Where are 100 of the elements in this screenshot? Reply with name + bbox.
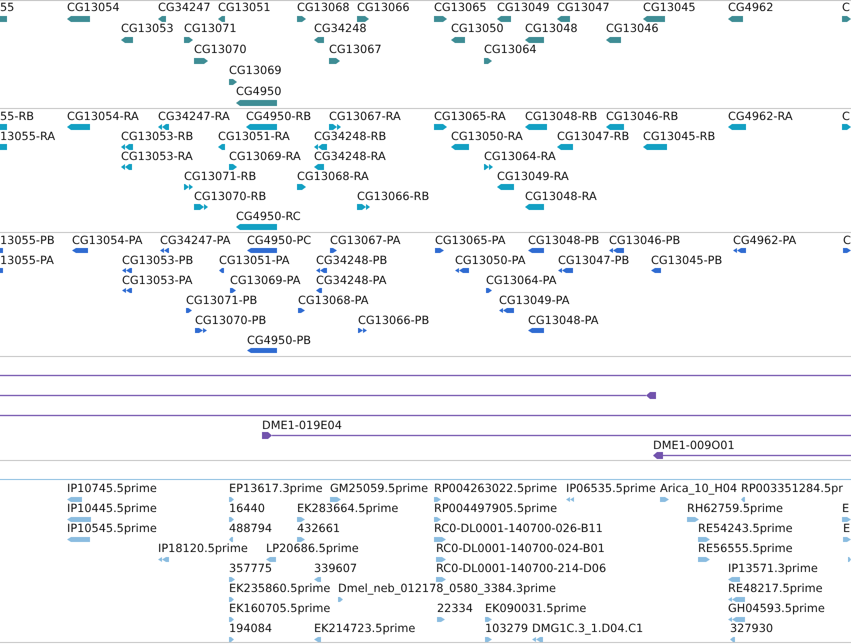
clone-line[interactable] [262,432,851,439]
feature-arrow-icon[interactable] [451,144,469,150]
clone-line[interactable] [0,414,851,417]
feature-arrow-icon[interactable] [557,144,573,150]
feature-label: CG13065-PA [435,235,506,247]
feature-arrow-icon[interactable] [557,16,570,22]
feature-arrow-icon[interactable] [67,16,90,22]
feature-arrow-icon[interactable] [314,164,324,170]
feature-arrow-icon[interactable] [246,124,277,130]
feature-arrow-icon[interactable] [357,16,369,22]
feature-arrow-icon[interactable] [297,184,306,190]
feature-arrow-icon[interactable] [484,58,492,64]
feature-arrow-icon[interactable] [434,124,447,130]
feature-label: 339607 [314,563,358,575]
feature-arrow-icon[interactable] [184,37,193,43]
feature-label: CG13066-RB [357,191,430,203]
feature-label: EP13617.3prime [229,483,323,495]
feature-label: CG13048 [525,23,578,35]
feature-arrow-icon[interactable] [72,248,88,253]
feature-label: CG13045 [643,2,696,14]
feature-arrow-icon[interactable] [236,224,277,230]
feature-arrow-icon[interactable] [486,288,492,293]
feature-arrow-icon[interactable] [528,248,544,253]
feature-label: CG13070-RB [194,191,266,203]
feature-arrow-icon[interactable] [194,58,208,64]
double-arrow-icon[interactable] [357,204,370,210]
feature-label: RC0-DL0001-140700-214-D06 [436,563,606,575]
feature-arrow-icon[interactable] [843,248,851,253]
double-arrow-icon[interactable] [733,248,746,253]
feature-arrow-icon[interactable] [247,248,277,253]
feature-arrow-icon[interactable] [728,16,743,22]
double-arrow-icon[interactable] [358,328,367,333]
clone-line[interactable] [0,392,656,399]
feature-arrow-icon[interactable] [316,288,322,293]
double-arrow-icon[interactable] [158,124,169,130]
feature-label: CG13066-PB [358,315,430,327]
feature-arrow-icon[interactable] [186,308,192,313]
feature-arrow-icon[interactable] [298,308,305,313]
feature-arrow-icon[interactable] [525,204,544,210]
double-arrow-icon[interactable] [121,144,133,150]
feature-label: CG13068-RA [297,171,369,183]
feature-label: CG4950-RB [246,111,312,123]
feature-label: 103279 [485,623,528,635]
feature-arrow-icon[interactable] [528,328,544,333]
double-arrow-icon[interactable] [194,204,208,210]
feature-arrow-icon[interactable] [330,248,337,253]
feature-label: CG34247-RA [158,111,230,123]
feature-arrow-icon[interactable] [525,124,547,130]
double-arrow-icon[interactable] [499,308,514,313]
feature-arrow-icon[interactable] [229,164,237,170]
double-arrow-icon[interactable] [316,268,327,273]
feature-arrow-icon[interactable] [497,16,511,22]
feature-label: CG13050 [451,23,504,35]
feature-arrow-icon[interactable] [247,348,277,353]
double-arrow-icon[interactable] [122,288,132,293]
feature-arrow-icon[interactable] [497,184,514,190]
feature-label: CG13064-RA [484,151,556,163]
feature-arrow-icon[interactable] [218,144,225,150]
feature-label: IP10445.5prime [67,503,157,515]
feature-arrow-icon[interactable] [329,58,340,64]
feature-arrow-icon[interactable] [230,288,236,293]
double-arrow-icon[interactable] [184,184,193,190]
double-arrow-icon[interactable] [160,248,169,253]
feature-arrow-icon[interactable] [434,16,447,22]
feature-arrow-icon[interactable] [67,124,90,130]
double-arrow-icon[interactable] [455,268,469,273]
feature-label: CG34247 [158,2,211,14]
clone-line[interactable] [653,452,851,459]
double-arrow-icon[interactable] [314,144,327,150]
feature-arrow-icon[interactable] [651,268,661,273]
feature-arrow-icon[interactable] [728,124,746,130]
feature-label: EK283664.5prime [297,503,398,515]
clone-line[interactable] [0,374,851,377]
feature-arrow-icon[interactable] [158,16,166,22]
feature-arrow-icon[interactable] [842,16,851,22]
feature-arrow-icon[interactable] [219,268,224,273]
feature-arrow-icon[interactable] [297,16,306,22]
feature-arrow-icon[interactable] [606,37,621,43]
feature-arrow-icon[interactable] [842,124,851,130]
feature-label: CG13051-PA [219,255,290,267]
feature-arrow-icon[interactable] [643,16,665,22]
feature-label: 13055-PB [0,235,55,247]
feature-arrow-icon[interactable] [229,79,237,85]
feature-arrow-icon[interactable] [314,37,324,43]
feature-arrow-icon[interactable] [606,124,624,130]
double-arrow-icon[interactable] [329,124,341,130]
feature-arrow-icon[interactable] [121,37,133,43]
double-arrow-icon[interactable] [122,268,132,273]
feature-arrow-icon[interactable] [218,16,225,22]
double-arrow-icon[interactable] [121,164,132,170]
feature-label: CG13051 [218,2,271,14]
feature-arrow-icon[interactable] [435,248,444,253]
feature-arrow-icon[interactable] [525,37,544,43]
double-arrow-icon[interactable] [558,268,573,273]
feature-arrow-icon[interactable] [643,144,667,150]
double-arrow-icon[interactable] [484,164,493,170]
feature-arrow-icon[interactable] [236,100,277,106]
feature-arrow-icon[interactable] [451,37,465,43]
double-arrow-icon[interactable] [195,328,207,333]
double-arrow-icon[interactable] [609,248,624,253]
